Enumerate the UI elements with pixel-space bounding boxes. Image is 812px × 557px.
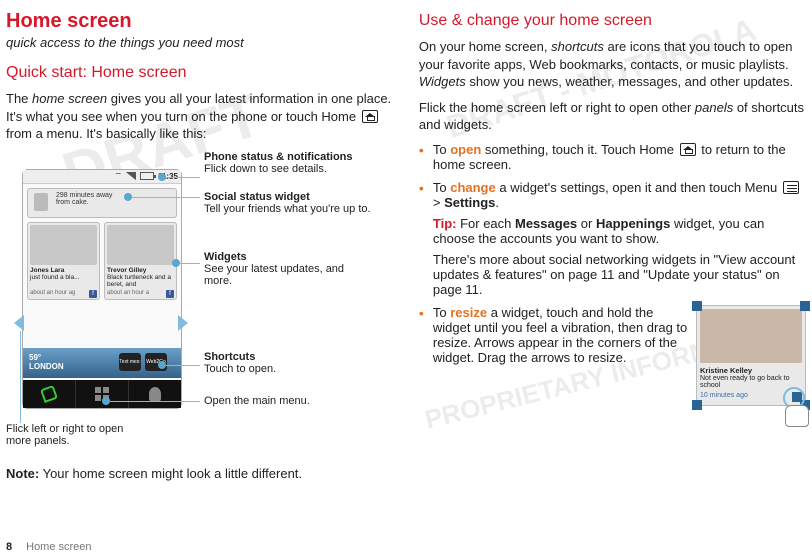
widget-avatar: [34, 193, 48, 211]
menu-icon: [783, 181, 799, 194]
home-icon: [680, 143, 696, 156]
callout-dot: [172, 259, 180, 267]
contacts-button: [129, 380, 181, 408]
page-number: 8: [6, 541, 12, 553]
callout-line: [20, 331, 21, 423]
dialer-button: [23, 380, 76, 408]
chevron-right-icon: [178, 315, 188, 331]
page-title: Home screen: [6, 10, 401, 33]
callout-status: Phone status & notifications Flick down …: [204, 151, 374, 175]
callout-dot: [102, 397, 110, 405]
signal-icon: [126, 172, 136, 180]
callout-dot: [158, 173, 166, 181]
section-heading: Use & change your home screen: [419, 12, 806, 30]
avatar: [107, 225, 174, 265]
facebook-icon: f: [89, 290, 97, 298]
section-name: Home screen: [26, 541, 91, 553]
list-item: Kristine Kelley Not even ready to go bac…: [419, 305, 806, 365]
phone-diagram: ⌔ 11:35 298 minutes away from cake. Jon: [6, 151, 386, 451]
paragraph: On your home screen, shortcuts are icons…: [419, 38, 806, 91]
section-heading: Quick start: Home screen: [6, 64, 401, 82]
callout-main-menu: Open the main menu.: [204, 395, 374, 407]
list-item: To open something, touch it. Touch Home …: [419, 142, 806, 172]
shortcut-icon: Text mes:: [119, 353, 141, 371]
list-item: To change a widget's settings, open it a…: [419, 180, 806, 297]
callout-line: [180, 263, 200, 264]
callout-line: [166, 365, 200, 366]
callout-dot: [158, 361, 166, 369]
home-icon: [362, 110, 378, 123]
phone-mockup: ⌔ 11:35 298 minutes away from cake. Jon: [22, 169, 182, 409]
callout-shortcuts: Shortcuts Touch to open.: [204, 351, 374, 375]
callout-line: [132, 197, 200, 198]
battery-icon: [140, 172, 154, 180]
page-subtitle: quick access to the things you need most: [6, 35, 401, 50]
right-column: Use & change your home screen On your ho…: [419, 10, 806, 490]
widget-card: Jones Lara just found a bla... about an …: [27, 222, 100, 300]
callout-line: [166, 177, 200, 178]
callout-widgets: Widgets See your latest updates, and mor…: [204, 251, 374, 287]
paragraph: Flick the home screen left or right to o…: [419, 99, 806, 134]
callout-social-widget: Social status widget Tell your friends w…: [204, 191, 374, 215]
chevron-left-icon: [14, 315, 24, 331]
resize-handle-icon: [692, 400, 702, 410]
resize-handle-icon: [800, 301, 810, 311]
page-footer: 8 Home screen: [6, 541, 92, 553]
widget-row: Jones Lara just found a bla... about an …: [27, 222, 177, 300]
wifi-icon: ⌔: [114, 171, 122, 181]
social-status-widget: 298 minutes away from cake.: [27, 188, 177, 218]
resize-widget-example: Kristine Kelley Not even ready to go bac…: [696, 305, 806, 406]
note: Note: Your home screen might look a litt…: [6, 465, 401, 483]
intro-paragraph: The home screen gives you all your lates…: [6, 90, 401, 143]
pointer-hand-icon: [777, 387, 811, 427]
avatar: [700, 309, 802, 363]
callout-line: [110, 401, 200, 402]
panel-arrows: [14, 315, 188, 331]
avatar: [30, 225, 97, 265]
callout-dot: [124, 193, 132, 201]
left-column: Home screen quick access to the things y…: [6, 10, 401, 490]
widget-card: Trevor Gilley Black turtleneck and a ber…: [104, 222, 177, 300]
resize-handle-icon: [692, 301, 702, 311]
facebook-icon: f: [166, 290, 174, 298]
callout-flick-panels: Flick left or right to open more panels.: [6, 423, 126, 447]
